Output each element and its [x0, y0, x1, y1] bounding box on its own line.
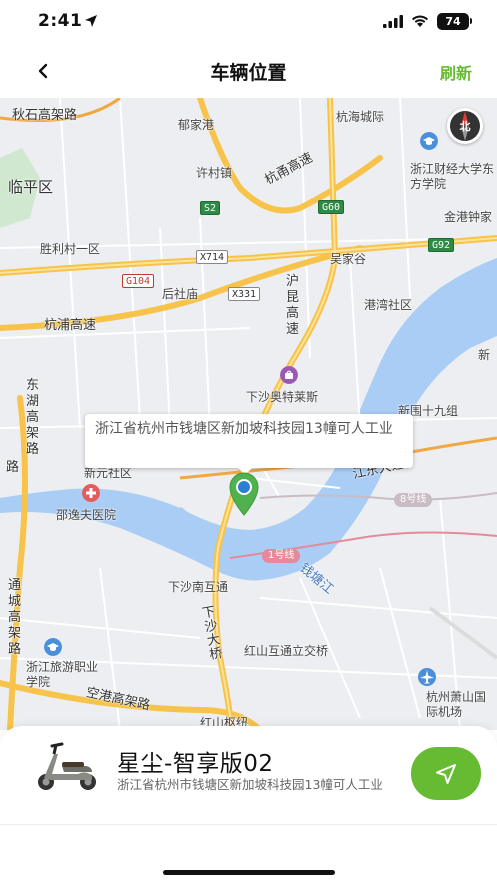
location-arrow-icon: [85, 15, 97, 27]
metro-line-badge: 1号线: [262, 549, 301, 563]
school-icon: [44, 638, 62, 656]
map-view[interactable]: 秋石高架路 郁家港 杭海城际 临平区 许村镇 杭甬高速 浙江财经大学东方学院 金…: [0, 98, 497, 730]
map-label: 吴家谷: [330, 252, 367, 266]
vehicle-card: 星尘-智享版02 浙江省杭州市钱塘区新加坡科技园13幢可人工业: [0, 726, 497, 883]
refresh-button[interactable]: 刷新: [440, 60, 472, 84]
map-label: 沪昆高速: [286, 274, 300, 337]
road-shield: X714: [196, 250, 229, 264]
map-label: 杭海城际: [336, 110, 385, 124]
map-label: 杭州萧山国际机场: [426, 690, 487, 719]
status-time: 2:41: [38, 11, 83, 31]
map-label: 新: [478, 348, 491, 362]
map-label: 路: [6, 460, 20, 475]
airport-icon: [418, 668, 436, 686]
nav-bar: 车辆位置 刷新: [0, 44, 497, 98]
shopping-icon: [280, 366, 298, 384]
road-shield: G104: [122, 274, 155, 288]
home-indicator: [163, 870, 335, 875]
map-label: 胜利村一区: [40, 242, 101, 256]
map-label: 东湖高架路: [26, 378, 40, 457]
card-divider: [0, 824, 497, 825]
battery-indicator: 74: [437, 13, 469, 30]
address-bubble: 浙江省杭州市钱塘区新加坡科技园13幢可人工业: [85, 414, 413, 468]
status-bar: 2:41 74: [0, 0, 497, 44]
page-title: 车辆位置: [210, 62, 287, 84]
map-label: 下沙奥特莱斯: [246, 390, 319, 404]
map-label: 许村镇: [196, 166, 233, 180]
map-label: 下沙南互通: [168, 580, 229, 594]
map-label: 杭浦高速: [44, 318, 97, 333]
signal-icon: [383, 15, 403, 28]
map-label: 红山互通立交桥: [244, 644, 329, 658]
battery-tip: [470, 18, 472, 24]
hospital-icon: [82, 484, 100, 502]
navigate-button[interactable]: [411, 747, 481, 800]
map-label: 金港钟家: [444, 210, 493, 224]
compass-label: 北: [459, 120, 471, 133]
compass-button[interactable]: 北: [447, 108, 483, 144]
map-label: 郁家港: [178, 118, 215, 132]
highway-shield: G92: [428, 238, 455, 252]
map-label: 浙江财经大学东方学院: [410, 162, 495, 191]
map-label: 秋石高架路: [12, 108, 78, 123]
road-shield: X331: [228, 287, 261, 301]
map-label: 通城高架路: [8, 578, 22, 657]
highway-shield: G60: [318, 200, 345, 214]
highway-shield: S2: [200, 201, 221, 215]
vehicle-address: 浙江省杭州市钱塘区新加坡科技园13幢可人工业: [117, 777, 383, 792]
metro-line-badge: 8号线: [394, 493, 433, 507]
school-icon: [420, 132, 438, 150]
map-label: 临平区: [8, 178, 54, 196]
vehicle-location-pin-icon[interactable]: [226, 470, 262, 516]
wifi-icon: [412, 15, 428, 27]
map-label: 后社庙: [162, 287, 199, 301]
navigation-arrow-icon: [436, 763, 456, 784]
vehicle-name: 星尘-智享版02: [117, 751, 274, 777]
map-label: 邵逸夫医院: [56, 508, 117, 522]
scooter-image: [38, 742, 96, 790]
map-label: 港湾社区: [364, 298, 413, 312]
